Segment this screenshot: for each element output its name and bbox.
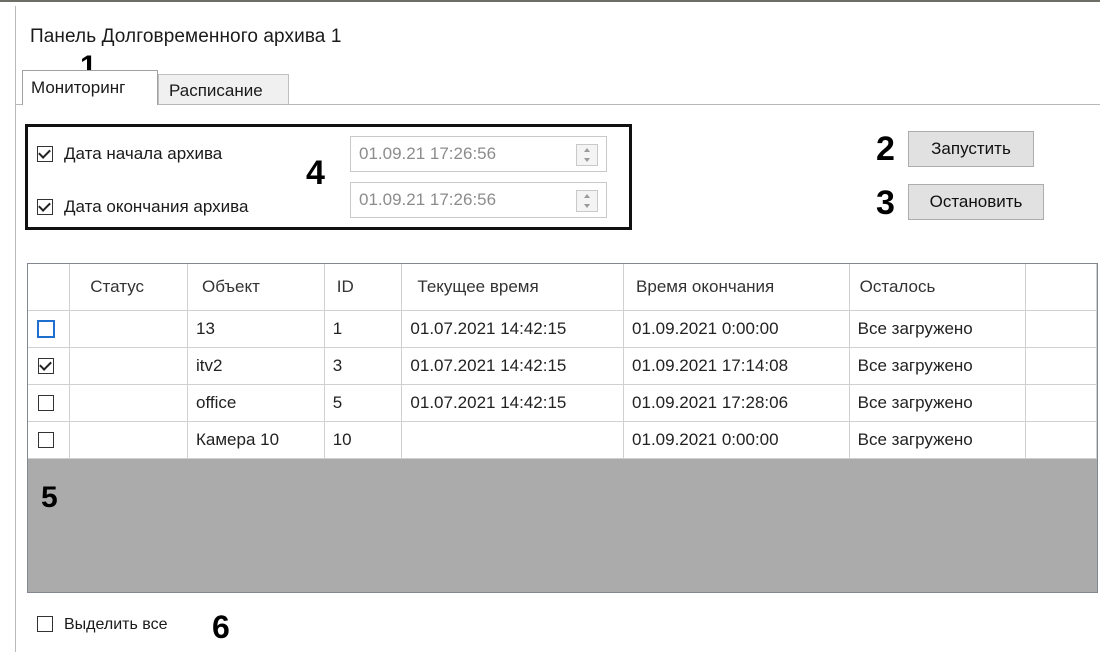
remaining-cell[interactable]: Все загружено (849, 421, 1027, 459)
objects-grid[interactable]: Статус Объект ID Текущее время Время око… (27, 263, 1098, 593)
archive-end-label: Дата окончания архива (64, 197, 249, 216)
filler-cell (1025, 421, 1097, 459)
col-header-status[interactable]: Статус (69, 264, 188, 311)
current-time-cell[interactable]: 01.07.2021 14:42:15 (401, 384, 625, 422)
tab-strip-line (15, 104, 1100, 105)
col-header-select[interactable] (28, 264, 71, 311)
objects-table: Статус Объект ID Текущее время Время око… (28, 264, 1097, 459)
status-cell[interactable] (69, 310, 188, 348)
stop-button[interactable]: Остановить (908, 184, 1044, 220)
archive-end-spinner[interactable] (576, 190, 598, 212)
row-checkbox[interactable] (38, 394, 54, 411)
col-header-end-time[interactable]: Время окончания (623, 264, 850, 311)
callout-marker-6: 6 (212, 609, 230, 645)
id-cell[interactable]: 5 (324, 384, 403, 422)
filler-cell (1025, 310, 1097, 348)
current-time-cell[interactable] (401, 421, 625, 459)
table-row[interactable]: itv2 3 01.07.2021 14:42:15 01.09.2021 17:14… (28, 347, 1097, 385)
status-cell[interactable] (69, 384, 188, 422)
current-time-cell[interactable]: 01.07.2021 14:42:15 (401, 347, 625, 385)
filler-cell (1025, 347, 1097, 385)
object-cell[interactable]: Камера 10 (187, 421, 325, 459)
table-row[interactable]: office 5 01.07.2021 14:42:15 01.09.2021 17:… (28, 384, 1097, 422)
remaining-cell[interactable]: Все загружено (849, 310, 1027, 348)
archive-start-label: Дата начала архива (64, 144, 223, 163)
col-header-current-time[interactable]: Текущее время (401, 264, 625, 311)
grid-empty-area (28, 474, 1097, 592)
end-time-cell[interactable]: 01.09.2021 17:14:08 (623, 347, 850, 385)
table-row[interactable]: 13 1 01.07.2021 14:42:15 01.09.2021 0:00:00… (28, 310, 1097, 348)
filler-cell (1025, 384, 1097, 422)
callout-marker-5: 5 (41, 481, 58, 514)
id-cell[interactable]: 1 (324, 310, 403, 348)
panel-left-border (15, 6, 16, 652)
row-checkbox[interactable] (37, 319, 55, 338)
id-cell[interactable]: 10 (324, 421, 403, 459)
row-select-cell[interactable] (28, 347, 71, 385)
row-select-cell[interactable] (28, 384, 71, 422)
object-cell[interactable]: office (187, 384, 325, 422)
table-row[interactable]: Камера 10 10 01.09.2021 0:00:00 Все загруже… (28, 421, 1097, 459)
row-checkbox[interactable] (38, 357, 54, 374)
remaining-cell[interactable]: Все загружено (849, 384, 1027, 422)
end-time-cell[interactable]: 01.09.2021 0:00:00 (623, 310, 850, 348)
remaining-cell[interactable]: Все загружено (849, 347, 1027, 385)
object-cell[interactable]: 13 (187, 310, 325, 348)
row-checkbox[interactable] (38, 431, 54, 448)
archive-end-datetime[interactable]: 01.09.21 17:26:56 (350, 182, 607, 218)
archive-start-spinner[interactable] (576, 144, 598, 166)
end-time-cell[interactable]: 01.09.2021 17:28:06 (623, 384, 850, 422)
archive-start-datetime[interactable]: 01.09.21 17:26:56 (350, 136, 607, 172)
panel-title: Панель Долговременного архива 1 (30, 26, 342, 47)
row-select-cell[interactable] (28, 310, 71, 348)
archive-end-checkbox[interactable] (37, 199, 53, 215)
tab-schedule[interactable]: Расписание (158, 74, 289, 104)
archive-start-checkbox[interactable] (37, 146, 53, 162)
col-header-object[interactable]: Объект (187, 264, 325, 311)
callout-marker-4: 4 (306, 154, 325, 192)
status-cell[interactable] (69, 421, 188, 459)
start-button[interactable]: Запустить (908, 131, 1034, 167)
current-time-cell[interactable]: 01.07.2021 14:42:15 (401, 310, 625, 348)
callout-marker-2: 2 (876, 130, 895, 168)
col-header-id[interactable]: ID (324, 264, 403, 311)
select-all-label: Выделить все (64, 616, 168, 633)
select-all-checkbox[interactable] (37, 616, 53, 632)
archive-start-value: 01.09.21 17:26:56 (359, 144, 497, 163)
id-cell[interactable]: 3 (324, 347, 403, 385)
archive-end-value: 01.09.21 17:26:56 (359, 190, 497, 209)
col-header-filler (1025, 264, 1097, 311)
object-cell[interactable]: itv2 (187, 347, 325, 385)
callout-marker-3: 3 (876, 184, 895, 222)
status-cell[interactable] (69, 347, 188, 385)
window-top-border (0, 0, 1100, 6)
row-select-cell[interactable] (28, 421, 71, 459)
end-time-cell[interactable]: 01.09.2021 0:00:00 (623, 421, 850, 459)
tab-monitoring[interactable]: Мониторинг (22, 70, 158, 105)
col-header-remaining[interactable]: Осталось (849, 264, 1027, 311)
table-header-row: Статус Объект ID Текущее время Время око… (28, 264, 1097, 311)
